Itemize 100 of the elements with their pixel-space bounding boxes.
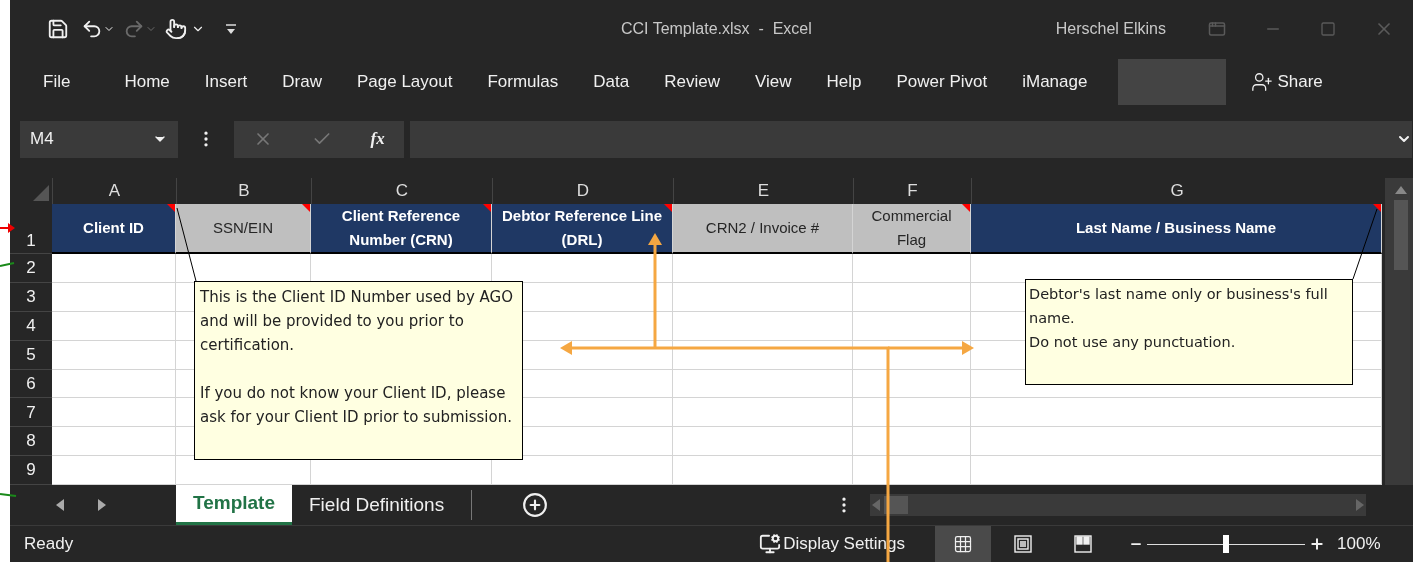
ribbon-tab[interactable]: Draw bbox=[270, 68, 334, 95]
comment-tooltip: Debtor's last name only or business's full name. Do not use any punctuation. bbox=[1025, 279, 1353, 385]
insert-function-button[interactable]: fx bbox=[370, 126, 385, 152]
marker-line bbox=[0, 262, 15, 267]
grid-cell[interactable] bbox=[853, 254, 971, 283]
ribbon-tab[interactable]: Power Pivot bbox=[884, 68, 1000, 95]
grid-cell[interactable] bbox=[52, 427, 176, 457]
grid-cell[interactable] bbox=[492, 456, 673, 485]
column-header[interactable]: E bbox=[673, 178, 853, 204]
pointing-hand-icon bbox=[165, 18, 187, 40]
window-title: CCI Template.xlsx - Excel bbox=[620, 19, 812, 39]
grid-cell[interactable] bbox=[52, 456, 176, 485]
header-cell: Debtor Reference Line (DRL) bbox=[492, 204, 673, 255]
header-cell: Client ID bbox=[52, 204, 176, 255]
ribbon-tab[interactable]: Review bbox=[652, 68, 732, 95]
touch-mode-button[interactable] bbox=[165, 18, 205, 40]
grid-cell[interactable] bbox=[971, 456, 1382, 485]
name-box[interactable]: M4 bbox=[20, 120, 178, 158]
grid-cell[interactable] bbox=[673, 398, 853, 428]
monitor-gear-icon bbox=[759, 533, 782, 555]
sheet-tab[interactable]: Field Definitions bbox=[292, 485, 462, 525]
share-button[interactable]: Share bbox=[1251, 68, 1323, 95]
column-header[interactable]: G bbox=[971, 178, 1382, 204]
save-icon bbox=[47, 18, 69, 40]
customize-toolbar-icon[interactable] bbox=[225, 22, 237, 36]
grid-cell[interactable] bbox=[311, 254, 492, 283]
grid-cell[interactable] bbox=[52, 369, 176, 399]
header-cell: Client Reference Number (CRN) bbox=[311, 204, 492, 255]
grid-cell[interactable] bbox=[853, 282, 971, 312]
add-sheet-icon[interactable] bbox=[522, 492, 549, 518]
grid-cell[interactable] bbox=[673, 369, 853, 399]
header-cell: Commercial Flag bbox=[853, 204, 971, 255]
sheet-tab[interactable]: Template bbox=[176, 485, 292, 525]
ribbon-tab[interactable]: Help bbox=[814, 68, 874, 95]
grid-cell[interactable] bbox=[853, 427, 971, 457]
marker-line bbox=[0, 493, 17, 497]
view-button[interactable] bbox=[935, 526, 992, 562]
pointer-arrow bbox=[0, 223, 15, 233]
maximize-icon[interactable] bbox=[1320, 21, 1336, 37]
grid-cell[interactable] bbox=[673, 311, 853, 341]
grid-cell[interactable] bbox=[971, 254, 1382, 283]
comment-tooltip: This is the Client ID Number used by AGO and will be provided to you prior to certification. If you do not know your Client ID, please ask for your Client ID prior to submission. bbox=[194, 281, 523, 460]
redo-icon bbox=[123, 18, 145, 40]
grid-cell[interactable] bbox=[52, 282, 176, 312]
header-cell: CRN2 / Invoice # bbox=[673, 204, 853, 255]
ribbon-tab[interactable]: Formulas bbox=[475, 68, 571, 95]
grid-cell[interactable] bbox=[492, 254, 673, 283]
grid-cell[interactable] bbox=[673, 282, 853, 312]
normal-view-icon bbox=[953, 534, 974, 554]
grid-cell[interactable] bbox=[52, 311, 176, 341]
column-header[interactable]: F bbox=[853, 178, 971, 204]
page-break-icon bbox=[1073, 534, 1094, 554]
status-text: Ready bbox=[24, 533, 74, 556]
grid-cell[interactable] bbox=[176, 254, 311, 283]
zoom-slider[interactable] bbox=[1147, 534, 1306, 554]
grid-cell[interactable] bbox=[853, 398, 971, 428]
ribbon-tab[interactable]: iManage bbox=[1010, 68, 1100, 95]
redo-button[interactable] bbox=[123, 18, 157, 40]
user-name: Herschel Elkins bbox=[1055, 19, 1166, 39]
scrollbar-thumb[interactable] bbox=[884, 496, 909, 514]
grid-cell[interactable] bbox=[673, 254, 853, 283]
zoom-level: 100% bbox=[1337, 533, 1381, 556]
leader-line bbox=[1352, 208, 1378, 280]
ribbon-tab[interactable]: View bbox=[742, 68, 804, 95]
column-header[interactable]: D bbox=[492, 178, 673, 204]
undo-icon bbox=[81, 18, 103, 40]
grid-cell[interactable] bbox=[673, 456, 853, 485]
scrollbar-thumb[interactable] bbox=[1393, 200, 1408, 270]
grid-cell[interactable] bbox=[52, 340, 176, 370]
grid-cell[interactable] bbox=[971, 427, 1382, 457]
grid-cell[interactable] bbox=[52, 398, 176, 428]
horizontal-scrollbar[interactable] bbox=[870, 494, 1367, 516]
column-header[interactable]: B bbox=[176, 178, 311, 204]
person-add-icon bbox=[1251, 70, 1274, 93]
next-sheet-icon[interactable] bbox=[98, 499, 106, 511]
formula-input[interactable] bbox=[410, 120, 1412, 158]
ribbon-tab[interactable]: Insert bbox=[192, 68, 260, 95]
grid-cell[interactable] bbox=[971, 398, 1382, 428]
grid-cell[interactable] bbox=[853, 311, 971, 341]
ribbon-tab[interactable]: Home bbox=[112, 68, 182, 95]
scroll-right-icon[interactable] bbox=[1356, 499, 1365, 511]
scroll-left-icon[interactable] bbox=[872, 499, 881, 511]
ribbon-tab[interactable]: Page Layout bbox=[344, 68, 465, 95]
previous-sheet-icon[interactable] bbox=[56, 499, 64, 511]
grid-cell[interactable] bbox=[52, 254, 176, 283]
column-header[interactable]: C bbox=[311, 178, 492, 204]
ribbon-display-icon[interactable] bbox=[1208, 20, 1226, 38]
page-layout-icon bbox=[1013, 534, 1034, 554]
zoom-slider-thumb[interactable] bbox=[1223, 535, 1230, 553]
undo-button[interactable] bbox=[81, 18, 115, 40]
header-cell: SSN/EIN bbox=[176, 204, 311, 255]
ribbon-tab[interactable]: File bbox=[31, 68, 83, 95]
grid-cell[interactable] bbox=[673, 427, 853, 457]
grid-cell[interactable] bbox=[853, 456, 971, 485]
select-all-icon[interactable] bbox=[33, 185, 49, 201]
header-cell: Last Name / Business Name bbox=[971, 204, 1382, 255]
scroll-up-icon[interactable] bbox=[1394, 186, 1407, 194]
grid-cell[interactable] bbox=[853, 369, 971, 399]
column-header[interactable]: A bbox=[52, 178, 176, 204]
ribbon-tab[interactable]: Data bbox=[581, 68, 642, 95]
